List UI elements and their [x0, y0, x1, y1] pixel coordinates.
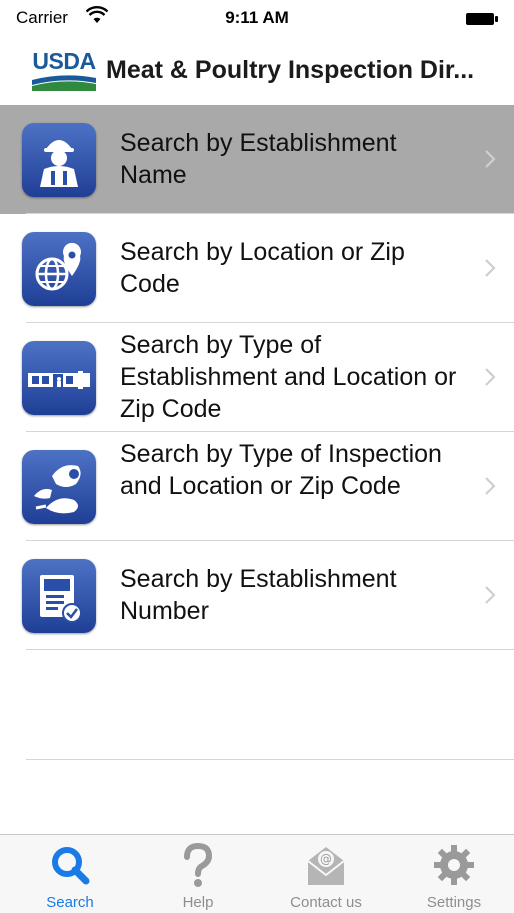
- menu-item-search-by-location[interactable]: Search by Location or Zip Code: [0, 214, 514, 323]
- tab-label: Settings: [426, 894, 482, 911]
- tab-bar: Search Help @ Contact us Settings: [0, 834, 514, 913]
- menu-item-label: Search by Establishment Number: [120, 565, 397, 625]
- chevron-right-icon: [485, 259, 496, 277]
- tab-label: Search: [46, 894, 94, 911]
- establishment-building-icon: [22, 341, 96, 415]
- tab-help[interactable]: Help: [134, 835, 262, 913]
- battery-icon: [466, 13, 498, 25]
- question-mark-icon: [184, 843, 213, 887]
- establishment-number-icon: [22, 559, 96, 633]
- svg-text:@: @: [320, 852, 332, 866]
- empty-row-divider: [26, 759, 514, 760]
- tab-label: Contact us: [290, 894, 362, 911]
- inspector-icon: [22, 123, 96, 197]
- tab-label: Help: [182, 894, 214, 911]
- menu-item-label: Search by Establishment Name: [120, 129, 397, 189]
- tab-search[interactable]: Search: [6, 835, 134, 913]
- chevron-right-icon: [485, 150, 496, 168]
- chevron-right-icon: [485, 368, 496, 386]
- status-bar: Carrier 9:11 AM: [0, 0, 514, 40]
- gear-icon: [434, 845, 474, 885]
- envelope-at-icon: @: [307, 847, 345, 885]
- search-icon: [52, 847, 90, 885]
- chevron-right-icon: [485, 477, 496, 495]
- globe-location-icon: [22, 232, 96, 306]
- usda-logo-text: USDA: [32, 48, 96, 74]
- menu-item-search-by-establishment-name[interactable]: Search by Establishment Name: [0, 105, 514, 214]
- menu-item-label: Search by Type of Establishment and Loca…: [120, 331, 457, 423]
- menu-item-search-by-inspection-type[interactable]: Search by Type of Inspection and Locatio…: [0, 432, 514, 541]
- usda-logo: USDA: [30, 48, 98, 94]
- page-title: Meat & Poultry Inspection Dir...: [106, 56, 475, 84]
- search-options-list: Search by Establishment Name Search by L…: [0, 105, 514, 650]
- menu-item-search-by-establishment-number[interactable]: Search by Establishment Number: [0, 541, 514, 650]
- menu-item-label: Search by Location or Zip Code: [120, 238, 405, 298]
- nav-bar: USDA Meat & Poultry Inspection Dir...: [0, 40, 514, 104]
- app-screen: Carrier 9:11 AM USDA Meat & Poultry Insp…: [0, 0, 514, 913]
- tab-settings[interactable]: Settings: [390, 835, 514, 913]
- menu-item-search-by-establishment-type[interactable]: Search by Type of Establishment and Loca…: [0, 323, 514, 432]
- clock: 9:11 AM: [225, 8, 289, 27]
- tab-contact-us[interactable]: @ Contact us: [262, 835, 390, 913]
- chevron-right-icon: [485, 586, 496, 604]
- menu-item-label: Search by Type of Inspection and Locatio…: [120, 440, 442, 500]
- meat-poultry-icon: [22, 450, 96, 524]
